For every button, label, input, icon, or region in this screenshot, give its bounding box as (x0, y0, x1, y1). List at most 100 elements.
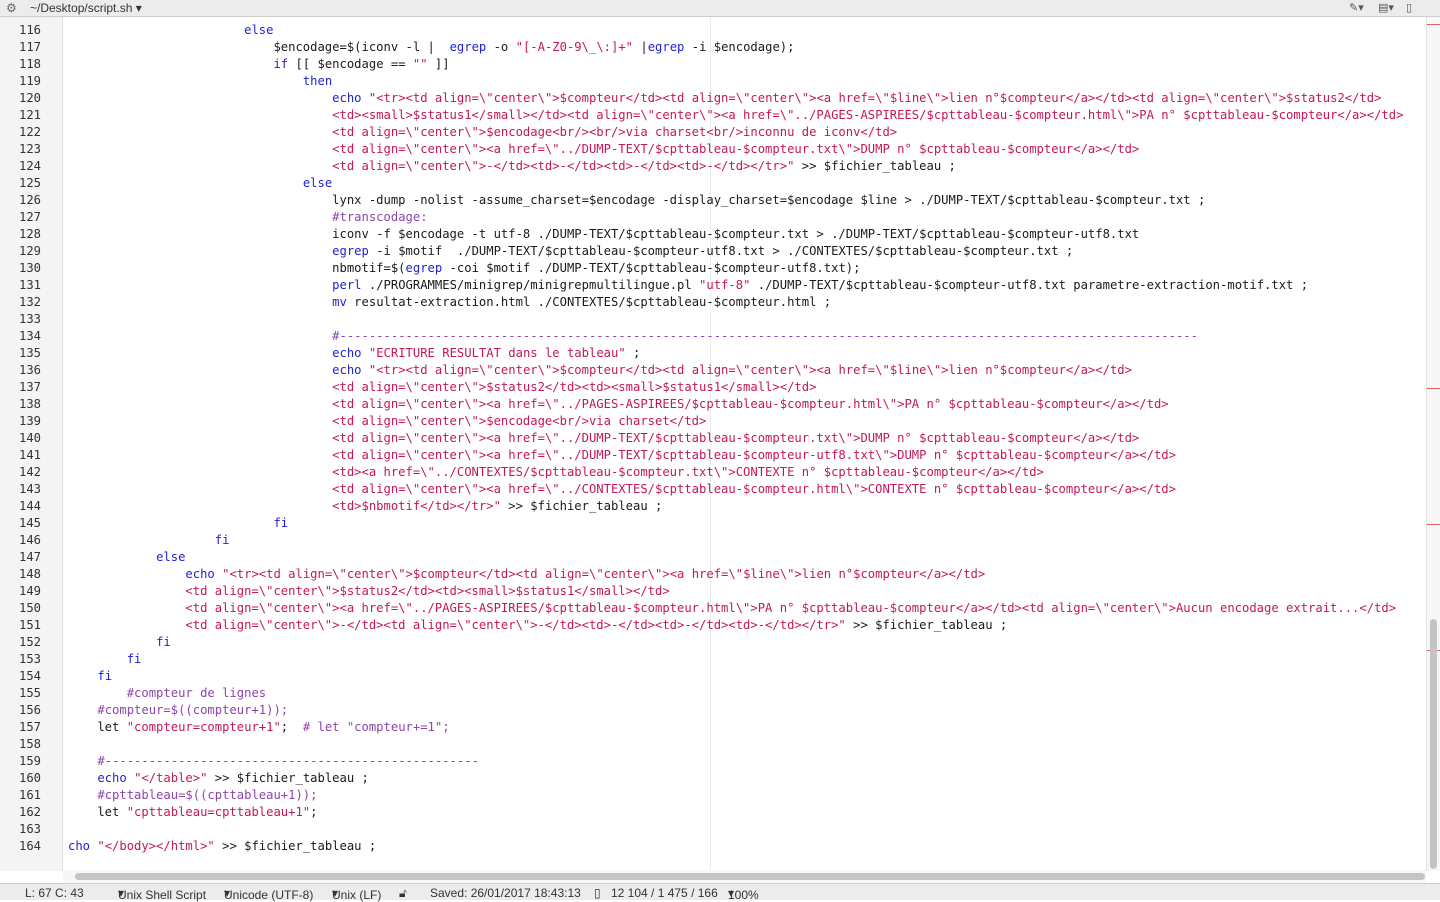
code-line[interactable]: 150 <td align=\"center\"><a href=\"../PA… (0, 600, 1426, 617)
code-line[interactable]: 161 #cpttableau=$((cpttableau+1)); (0, 787, 1426, 804)
code-line[interactable]: 147 else (0, 549, 1426, 566)
syntax-mode-menu[interactable]: Unix Shell Script ▾ (118, 886, 206, 902)
code-line[interactable]: 127 #transcodage: (0, 209, 1426, 226)
code-line[interactable]: 125 else (0, 175, 1426, 192)
code-text[interactable]: #---------------------------------------… (68, 328, 1198, 345)
code-text[interactable]: #compteur de lignes (68, 685, 266, 702)
code-line[interactable]: 155 #compteur de lignes (0, 685, 1426, 702)
code-line[interactable]: 140 <td align=\"center\"><a href=\"../DU… (0, 430, 1426, 447)
code-text[interactable]: cho "</body></html>" >> $fichier_tableau… (68, 838, 376, 855)
code-text[interactable]: fi (68, 668, 112, 685)
code-text[interactable]: if [[ $encodage == "" ]] (68, 56, 449, 73)
code-text[interactable]: else (68, 549, 185, 566)
code-text[interactable]: echo "<tr><td align=\"center\">$compteur… (68, 90, 1381, 107)
code-line[interactable]: 128 iconv -f $encodage -t utf-8 ./DUMP-T… (0, 226, 1426, 243)
horizontal-scrollbar[interactable] (63, 870, 1426, 883)
code-text[interactable]: <td align=\"center\"><a href=\"../DUMP-T… (68, 447, 1176, 464)
code-line[interactable]: 142 <td><a href=\"../CONTEXTES/$cpttable… (0, 464, 1426, 481)
code-line[interactable]: 148 echo "<tr><td align=\"center\">$comp… (0, 566, 1426, 583)
code-line[interactable]: 131 perl ./PROGRAMMES/minigrep/minigrepm… (0, 277, 1426, 294)
code-text[interactable]: #cpttableau=$((cpttableau+1)); (68, 787, 317, 804)
code-line[interactable]: 144 <td>$nbmotif</td></tr>" >> $fichier_… (0, 498, 1426, 515)
code-text[interactable]: <td align=\"center\">-</td><td align=\"c… (68, 617, 1007, 634)
code-line[interactable]: 162 let "cpttableau=cpttableau+1"; (0, 804, 1426, 821)
code-line[interactable]: 151 <td align=\"center\">-</td><td align… (0, 617, 1426, 634)
code-text[interactable]: #---------------------------------------… (68, 753, 479, 770)
code-line[interactable]: 153 fi (0, 651, 1426, 668)
code-text[interactable]: echo "</table>" >> $fichier_tableau ; (68, 770, 369, 787)
code-text[interactable]: <td align=\"center\">$status2</td><td><s… (68, 379, 816, 396)
code-line[interactable]: 156 #compteur=$((compteur+1)); (0, 702, 1426, 719)
code-line[interactable]: 164 cho "</body></html>" >> $fichier_tabl… (0, 838, 1426, 855)
code-text[interactable]: fi (68, 651, 142, 668)
code-line[interactable]: 133 (0, 311, 1426, 328)
code-line[interactable]: 137 <td align=\"center\">$status2</td><t… (0, 379, 1426, 396)
code-text[interactable]: <td align=\"center\"><a href=\"../PAGES-… (68, 396, 1168, 413)
code-line[interactable]: 145 fi (0, 515, 1426, 532)
code-line[interactable]: 116 else (0, 22, 1426, 39)
code-text[interactable]: else (68, 175, 332, 192)
code-line[interactable]: 134 #-----------------------------------… (0, 328, 1426, 345)
code-line[interactable]: 132 mv resultat-extraction.html ./CONTEX… (0, 294, 1426, 311)
code-line[interactable]: 120 echo "<tr><td align=\"center\">$comp… (0, 90, 1426, 107)
code-line[interactable]: 143 <td align=\"center\"><a href=\"../CO… (0, 481, 1426, 498)
code-line[interactable]: 158 (0, 736, 1426, 753)
code-line[interactable]: 146 fi (0, 532, 1426, 549)
code-line[interactable]: 117 $encodage=$(iconv -l | egrep -o "[-A… (0, 39, 1426, 56)
code-text[interactable]: $encodage=$(iconv -l | egrep -o "[-A-Z0-… (68, 39, 794, 56)
code-line[interactable]: 129 egrep -i $motif ./DUMP-TEXT/$cpttabl… (0, 243, 1426, 260)
gear-icon[interactable]: ⚙ (6, 1, 17, 15)
code-line[interactable]: 154 fi (0, 668, 1426, 685)
code-line[interactable]: 157 let "compteur=compteur+1"; # let "co… (0, 719, 1426, 736)
code-line[interactable]: 141 <td align=\"center\"><a href=\"../DU… (0, 447, 1426, 464)
code-line[interactable]: 123 <td align=\"center\"><a href=\"../DU… (0, 141, 1426, 158)
code-text[interactable]: else (68, 22, 273, 39)
code-line[interactable]: 121 <td><small>$status1</small></td><td … (0, 107, 1426, 124)
code-line[interactable]: 152 fi (0, 634, 1426, 651)
code-line[interactable]: 118 if [[ $encodage == "" ]] (0, 56, 1426, 73)
code-text[interactable]: <td><small>$status1</small></td><td alig… (68, 107, 1403, 124)
document-icon[interactable]: ▯ (1406, 1, 1412, 14)
code-text[interactable]: iconv -f $encodage -t utf-8 ./DUMP-TEXT/… (68, 226, 1139, 243)
vertical-scrollbar[interactable] (1426, 17, 1440, 871)
code-line[interactable]: 124 <td align=\"center\">-</td><td>-</td… (0, 158, 1426, 175)
code-text[interactable]: fi (68, 515, 288, 532)
code-text[interactable]: <td><a href=\"../CONTEXTES/$cpttableau-$… (68, 464, 1044, 481)
code-line[interactable]: 126 lynx -dump -nolist -assume_charset=$… (0, 192, 1426, 209)
lock-icon[interactable]: 🔓︎ (399, 886, 407, 901)
code-line[interactable]: 136 echo "<tr><td align=\"center\">$comp… (0, 362, 1426, 379)
code-line[interactable]: 135 echo "ECRITURE RESULTAT dans le tabl… (0, 345, 1426, 362)
code-text[interactable]: echo "<tr><td align=\"center\">$compteur… (68, 362, 1132, 379)
vertical-scroll-thumb[interactable] (1430, 619, 1437, 869)
pen-icon[interactable]: ✎▾ (1349, 1, 1364, 14)
code-line[interactable]: 138 <td align=\"center\"><a href=\"../PA… (0, 396, 1426, 413)
cursor-position[interactable]: L: 67 C: 43 (25, 886, 84, 900)
line-endings-menu[interactable]: Unix (LF) ▾ (332, 886, 381, 902)
code-text[interactable]: then (68, 73, 332, 90)
file-path-menu[interactable]: ~/Desktop/script.sh ▾ (30, 1, 142, 15)
code-text[interactable]: <td align=\"center\"><a href=\"../DUMP-T… (68, 430, 1139, 447)
code-text[interactable]: <td>$nbmotif</td></tr>" >> $fichier_tabl… (68, 498, 662, 515)
code-text[interactable]: fi (68, 634, 171, 651)
code-line[interactable]: 163 (0, 821, 1426, 838)
code-line[interactable]: 160 echo "</table>" >> $fichier_tableau … (0, 770, 1426, 787)
code-text[interactable]: mv resultat-extraction.html ./CONTEXTES/… (68, 294, 831, 311)
code-text[interactable]: <td align=\"center\">$status2</td><td><s… (68, 583, 669, 600)
code-text[interactable]: echo "<tr><td align=\"center\">$compteur… (68, 566, 985, 583)
code-text[interactable]: echo "ECRITURE RESULTAT dans le tableau"… (68, 345, 640, 362)
code-line[interactable]: 139 <td align=\"center\">$encodage<br/>v… (0, 413, 1426, 430)
code-text[interactable]: <td align=\"center\">$encodage<br/><br/>… (68, 124, 897, 141)
horizontal-scroll-thumb[interactable] (75, 873, 1425, 880)
code-text[interactable]: let "cpttableau=cpttableau+1"; (68, 804, 317, 821)
code-text[interactable]: fi (68, 532, 230, 549)
code-text[interactable]: #transcodage: (68, 209, 427, 226)
code-line[interactable]: 149 <td align=\"center\">$status2</td><t… (0, 583, 1426, 600)
code-text[interactable]: perl ./PROGRAMMES/minigrep/minigrepmulti… (68, 277, 1308, 294)
code-text[interactable]: nbmotif=$(egrep -coi $motif ./DUMP-TEXT/… (68, 260, 860, 277)
code-line[interactable]: 119 then (0, 73, 1426, 90)
code-text[interactable]: <td align=\"center\"><a href=\"../PAGES-… (68, 600, 1396, 617)
zoom-menu[interactable]: 100% ▾ (728, 886, 759, 902)
code-text[interactable]: <td align=\"center\">-</td><td>-</td><td… (68, 158, 956, 175)
code-line[interactable]: 130 nbmotif=$(egrep -coi $motif ./DUMP-T… (0, 260, 1426, 277)
code-line[interactable]: 122 <td align=\"center\">$encodage<br/><… (0, 124, 1426, 141)
